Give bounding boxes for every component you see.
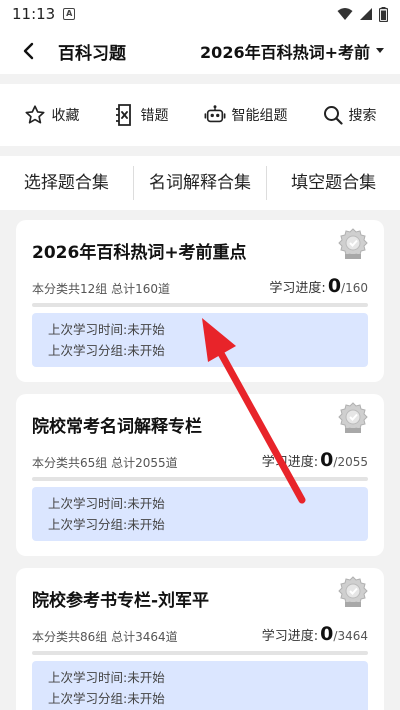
search-icon xyxy=(323,106,343,125)
progress-done: 0 xyxy=(327,275,342,297)
app-header: 百科习题 2026年百科热词+考前 xyxy=(0,28,400,74)
progress-bar xyxy=(32,303,368,307)
search-button[interactable]: 搜索 xyxy=(323,105,377,125)
favorites-button[interactable]: 收藏 xyxy=(24,104,80,126)
search-label: 搜索 xyxy=(348,108,377,124)
battery-icon xyxy=(379,6,388,22)
medal-icon xyxy=(338,402,368,433)
tab-multiple-choice[interactable]: 选择题合集 xyxy=(0,166,133,200)
tool-bar: 收藏 错题 智能组题 搜索 xyxy=(0,84,400,146)
card-meta: 本分类共86组 总计3464道 xyxy=(32,630,178,644)
caret-down-icon xyxy=(376,48,384,53)
favorites-label: 收藏 xyxy=(51,108,80,124)
medal-icon xyxy=(338,228,368,259)
last-study-info: 上次学习时间:未开始 上次学习分组:未开始 xyxy=(32,487,368,541)
question-set-card[interactable]: 院校常考名词解释专栏 本分类共65组 总计2055道 学习进度: 0/2055 上… xyxy=(16,394,384,556)
card-meta: 本分类共12组 总计160道 xyxy=(32,282,170,296)
progress-label: 学习进度: xyxy=(269,281,326,296)
status-time: 11:13 xyxy=(12,5,56,23)
notification-icon: A xyxy=(63,8,76,20)
status-bar: 11:13 A xyxy=(0,0,400,28)
question-set-card[interactable]: 2026年百科热词+考前重点 本分类共12组 总计160道 学习进度: 0/160… xyxy=(16,220,384,382)
back-button[interactable] xyxy=(16,39,40,63)
last-study-info: 上次学习时间:未开始 上次学习分组:未开始 xyxy=(32,661,368,710)
card-title: 院校参考书专栏-刘军平 xyxy=(32,591,210,611)
last-study-info: 上次学习时间:未开始 上次学习分组:未开始 xyxy=(32,313,368,367)
question-set-list: 2026年百科热词+考前重点 本分类共12组 总计160道 学习进度: 0/160… xyxy=(0,220,400,710)
wrong-questions-button[interactable]: 错题 xyxy=(115,104,169,126)
progress-bar xyxy=(32,477,368,481)
last-study-group: 上次学习分组:未开始 xyxy=(48,691,165,706)
progress-total: /160 xyxy=(341,281,368,295)
smart-quiz-label: 智能组题 xyxy=(231,108,288,124)
last-study-time: 上次学习时间:未开始 xyxy=(48,322,165,337)
progress-done: 0 xyxy=(320,449,334,471)
progress-text: 学习进度: 0/3464 xyxy=(262,623,368,645)
medal-icon xyxy=(338,576,368,607)
progress-bar xyxy=(32,651,368,655)
subject-label: 2026年百科热词+考前 xyxy=(200,43,370,62)
progress-text: 学习进度: 0/2055 xyxy=(262,449,368,471)
card-stats: 本分类共86组 总计3464道 学习进度: 0/3464 xyxy=(32,623,368,645)
status-indicators xyxy=(337,6,388,22)
tab-fill-blank[interactable]: 填空题合集 xyxy=(266,166,400,200)
wrong-question-icon xyxy=(115,104,131,126)
progress-total: /2055 xyxy=(333,455,368,469)
wrong-questions-label: 错题 xyxy=(140,108,169,124)
last-study-time: 上次学习时间:未开始 xyxy=(48,670,165,685)
progress-done: 0 xyxy=(320,623,334,645)
card-title: 院校常考名词解释专栏 xyxy=(32,417,202,437)
progress-total: /3464 xyxy=(333,629,368,643)
card-meta: 本分类共65组 总计2055道 xyxy=(32,456,178,470)
signal-icon xyxy=(360,8,372,20)
subject-dropdown[interactable]: 2026年百科热词+考前 xyxy=(200,39,384,63)
wifi-icon xyxy=(337,8,353,20)
progress-label: 学习进度: xyxy=(261,629,319,644)
smart-quiz-button[interactable]: 智能组题 xyxy=(204,104,288,126)
progress-label: 学习进度: xyxy=(261,455,319,470)
card-stats: 本分类共12组 总计160道 学习进度: 0/160 xyxy=(32,275,368,297)
progress-text: 学习进度: 0/160 xyxy=(269,275,368,297)
category-tabs: 选择题合集 名词解释合集 填空题合集 xyxy=(0,156,400,210)
page-title: 百科习题 xyxy=(58,43,126,64)
last-study-time: 上次学习时间:未开始 xyxy=(48,496,165,511)
tab-term-explanation[interactable]: 名词解释合集 xyxy=(132,166,267,200)
card-stats: 本分类共65组 总计2055道 学习进度: 0/2055 xyxy=(32,449,368,471)
question-set-card[interactable]: 院校参考书专栏-刘军平 本分类共86组 总计3464道 学习进度: 0/3464 … xyxy=(16,568,384,710)
card-title: 2026年百科热词+考前重点 xyxy=(32,243,247,263)
star-icon xyxy=(24,105,45,124)
robot-icon xyxy=(204,105,225,123)
last-study-group: 上次学习分组:未开始 xyxy=(48,517,165,532)
section-gap xyxy=(0,74,400,84)
section-gap xyxy=(0,146,400,156)
chevron-left-icon xyxy=(23,42,34,60)
last-study-group: 上次学习分组:未开始 xyxy=(48,343,165,358)
